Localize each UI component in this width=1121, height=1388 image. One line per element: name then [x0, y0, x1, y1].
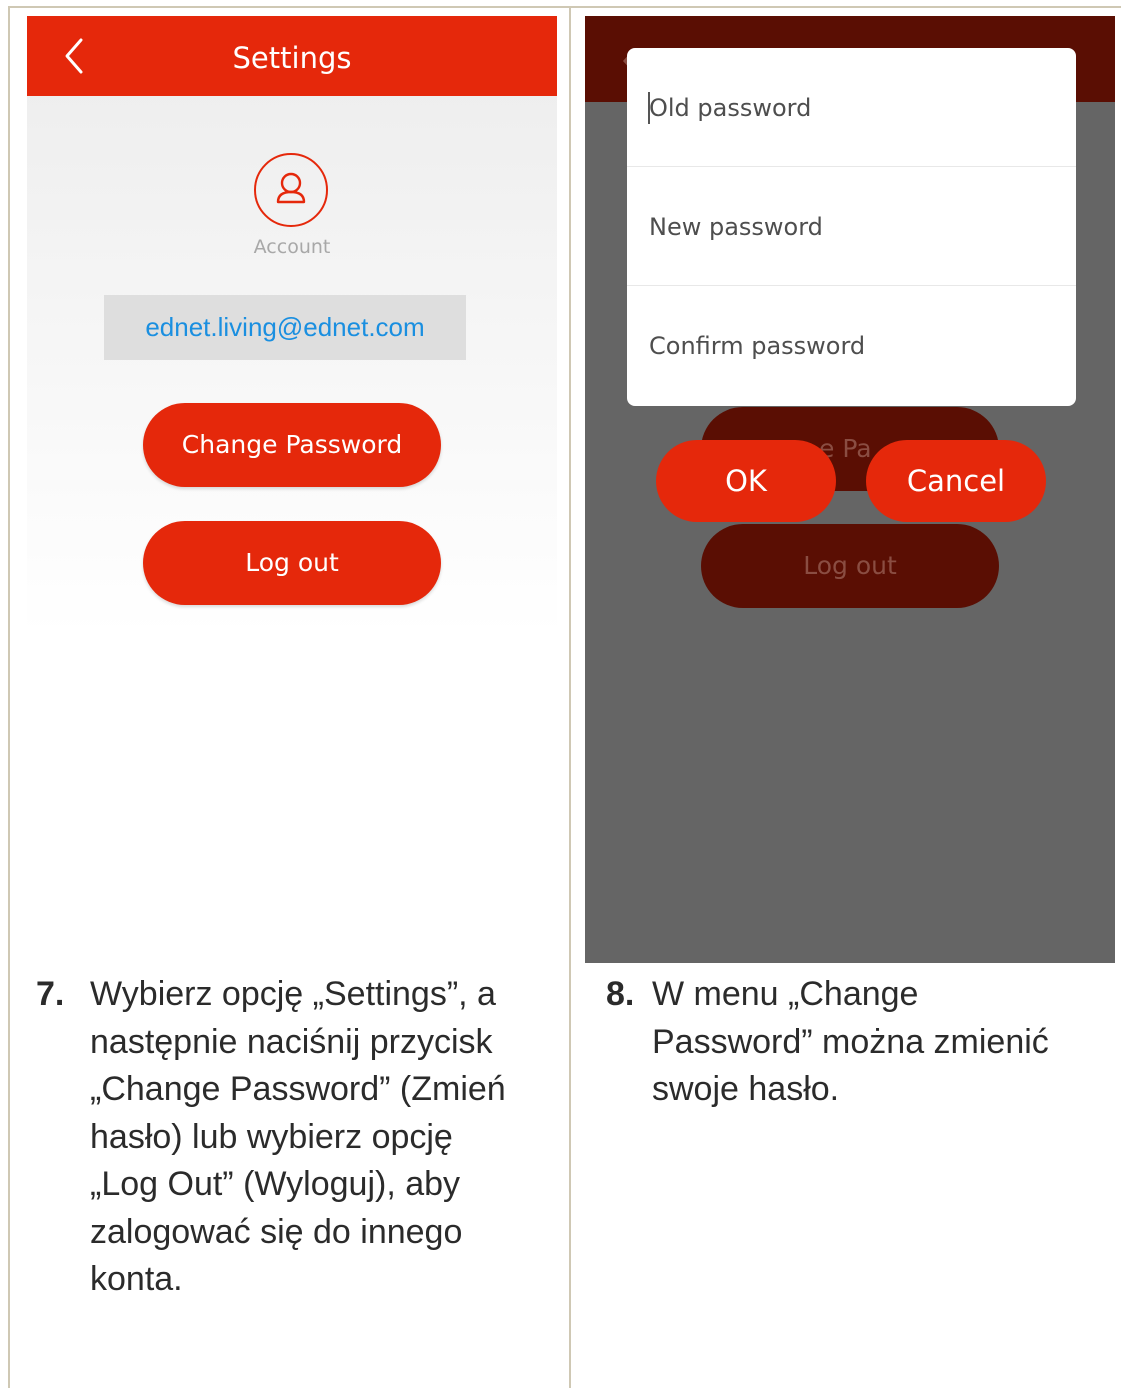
new-password-placeholder: New password	[649, 213, 823, 241]
email-display: ednet.living@ednet.com	[104, 295, 466, 360]
step-7-number: 7.	[36, 975, 65, 1013]
caption-line: Password” można zmienić	[652, 1022, 1049, 1061]
caption-line: „Log Out” (Wyloguj), aby	[90, 1165, 461, 1203]
change-password-button[interactable]: Change Password	[143, 403, 441, 487]
step-8-caption: W menu „Change Password” można zmienić s…	[652, 971, 1049, 1114]
caption-line: W menu „Change	[652, 975, 919, 1013]
caption-line: swoje hasło.	[652, 1070, 840, 1108]
account-label: Account	[253, 236, 331, 258]
table-column-divider	[569, 6, 571, 1388]
dimmed-logout-button: Log out	[701, 524, 999, 608]
step-7-caption: Wybierz opcję „Settings”, a następnie na…	[90, 971, 506, 1304]
email-text: ednet.living@ednet.com	[145, 312, 425, 342]
logout-button[interactable]: Log out	[143, 521, 441, 605]
table-top-border	[8, 6, 1121, 8]
new-password-field[interactable]: New password	[627, 167, 1076, 286]
user-account-icon[interactable]	[253, 152, 329, 228]
old-password-placeholder: Old password	[649, 94, 812, 122]
caption-line: „Change Password” (Zmień	[90, 1070, 506, 1108]
change-password-dialog: Old password New password Confirm passwo…	[627, 48, 1076, 406]
caption-line: hasło) lub wybierz opcję	[90, 1117, 453, 1156]
old-password-field[interactable]: Old password	[627, 48, 1076, 167]
page-title: Settings	[232, 41, 352, 75]
confirm-password-placeholder: Confirm password	[649, 332, 866, 360]
caption-line: Wybierz opcję „Settings”, a	[90, 975, 496, 1013]
step-8-number: 8.	[606, 975, 635, 1013]
change-password-screen: e Pa Log out Old password New password C…	[585, 16, 1115, 963]
confirm-password-field[interactable]: Confirm password	[627, 286, 1076, 404]
ok-button[interactable]: OK	[656, 440, 836, 522]
cancel-button[interactable]: Cancel	[866, 440, 1046, 522]
caption-line: zalogować się do innego	[90, 1212, 463, 1251]
settings-screen: Settings Account ednet.living@ednet.com …	[27, 16, 557, 901]
table-left-border	[8, 6, 10, 1388]
caption-line: konta.	[90, 1260, 183, 1298]
caption-line: następnie naciśnij przycisk	[90, 1022, 493, 1061]
